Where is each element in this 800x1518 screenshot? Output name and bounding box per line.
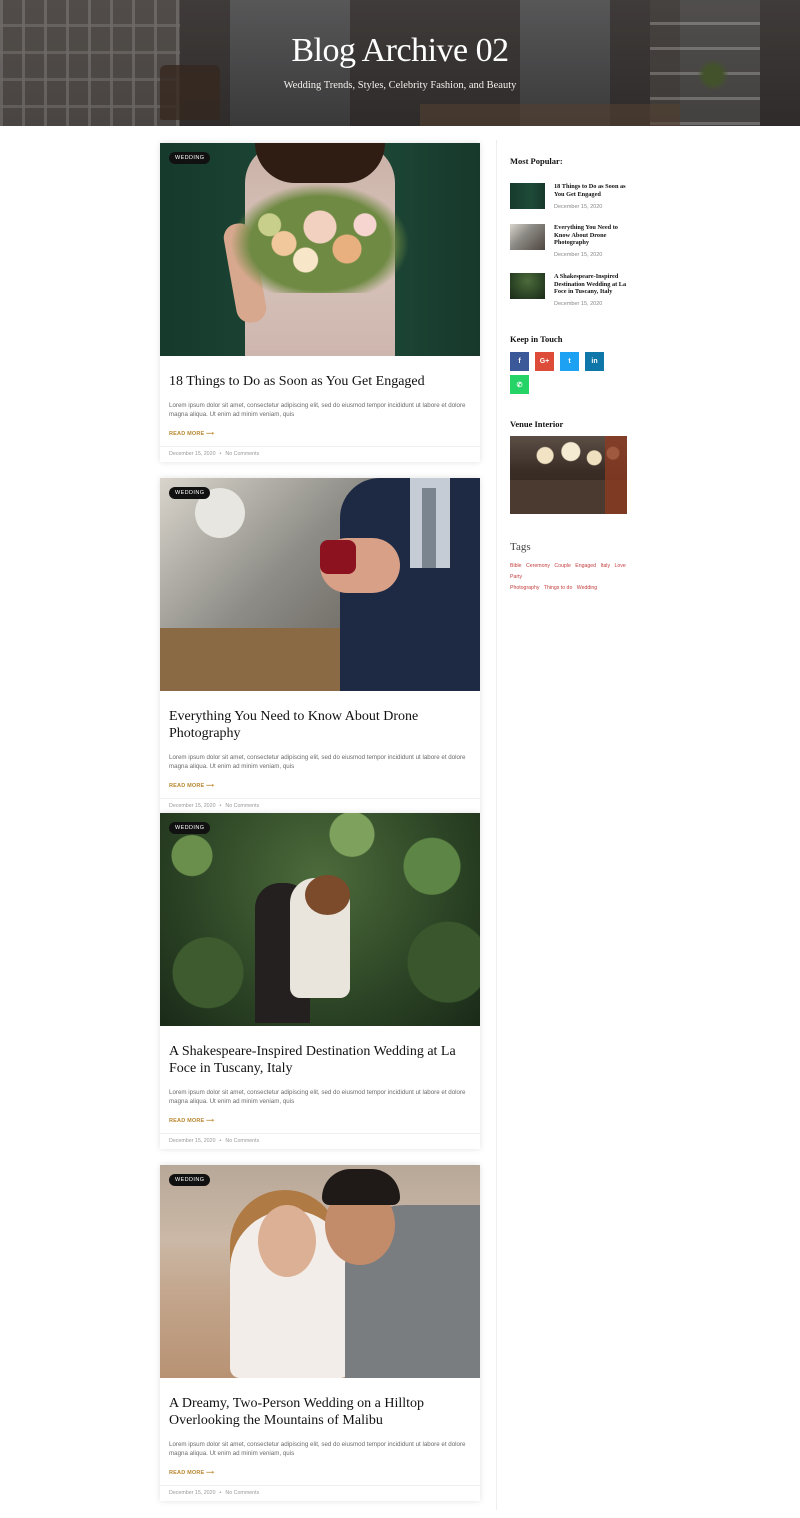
popular-post[interactable]: A Shakespeare-Inspired Destination Weddi…: [510, 273, 630, 313]
tag-link[interactable]: Ceremony: [526, 563, 550, 569]
tag-link[interactable]: Photography: [510, 585, 539, 591]
popular-post-thumbnail[interactable]: [510, 224, 545, 250]
post-comments[interactable]: No Comments: [225, 803, 259, 809]
post-date: December 15, 2020: [169, 803, 216, 810]
photo-ring-box: [320, 540, 356, 574]
post-date: December 15, 2020: [169, 451, 216, 458]
meta-separator: •: [219, 451, 222, 458]
twitter-icon[interactable]: t: [560, 352, 579, 371]
popular-post-title[interactable]: Everything You Need to Know About Drone …: [554, 224, 630, 247]
post-comments[interactable]: No Comments: [225, 451, 259, 457]
popular-post-thumbnail[interactable]: [510, 273, 545, 299]
photo-bouquet: [230, 183, 410, 293]
post-meta: December 15, 2020 • No Comments: [160, 1485, 480, 1501]
popular-post-title[interactable]: 18 Things to Do as Soon as You Get Engag…: [554, 183, 630, 198]
read-more-link[interactable]: READ MORE ⟶: [169, 431, 471, 437]
category-badge[interactable]: WEDDING: [169, 152, 211, 164]
tag-link[interactable]: Engaged: [575, 563, 596, 569]
post-card: WEDDING 18 Things to Do as Soon as You G…: [160, 143, 480, 463]
post-image[interactable]: WEDDING: [160, 478, 480, 691]
photo-woman-face: [258, 1205, 316, 1277]
post-comments[interactable]: No Comments: [225, 1490, 259, 1496]
post-excerpt: Lorem ipsum dolor sit amet, consectetur …: [169, 1441, 466, 1457]
post-meta: December 15, 2020 • No Comments: [160, 1133, 480, 1149]
keep-in-touch-heading: Keep in Touch: [510, 334, 563, 344]
photo-hair: [255, 143, 385, 183]
post-date: December 15, 2020: [169, 1490, 216, 1497]
tag-link[interactable]: Couple: [554, 563, 570, 569]
most-popular-heading: Most Popular:: [510, 156, 563, 166]
read-more-link[interactable]: READ MORE ⟶: [169, 1118, 471, 1124]
tag-link[interactable]: Bible: [510, 563, 522, 569]
popular-post-thumbnail[interactable]: [510, 183, 545, 209]
photo-bride-hair: [305, 875, 350, 915]
popular-post[interactable]: 18 Things to Do as Soon as You Get Engag…: [510, 183, 630, 223]
post-title[interactable]: 18 Things to Do as Soon as You Get Engag…: [169, 373, 471, 390]
tag-link[interactable]: Things to do: [544, 585, 573, 591]
post-comments[interactable]: No Comments: [225, 1138, 259, 1144]
post-image[interactable]: WEDDING: [160, 143, 480, 356]
post-card: WEDDING Everything You Need to Know Abou…: [160, 478, 480, 815]
photo-tie: [422, 488, 436, 568]
tag-link[interactable]: Wedding: [577, 585, 597, 591]
venue-wall: [605, 436, 627, 514]
post-title[interactable]: A Shakespeare-Inspired Destination Weddi…: [169, 1043, 471, 1077]
category-badge[interactable]: WEDDING: [169, 487, 211, 499]
post-title[interactable]: Everything You Need to Know About Drone …: [169, 708, 471, 742]
page-title: Blog Archive 02: [291, 32, 509, 69]
popular-post-date: December 15, 2020: [554, 252, 603, 258]
page-subtitle: Wedding Trends, Styles, Celebrity Fashio…: [283, 80, 517, 91]
post-excerpt: Lorem ipsum dolor sit amet, consectetur …: [169, 754, 466, 770]
post-card: WEDDING A Shakespeare-Inspired Destinati…: [160, 813, 480, 1150]
post-meta: December 15, 2020 • No Comments: [160, 798, 480, 814]
google-plus-icon[interactable]: G+: [535, 352, 554, 371]
meta-separator: •: [219, 1490, 222, 1497]
popular-post[interactable]: Everything You Need to Know About Drone …: [510, 224, 630, 264]
post-excerpt: Lorem ipsum dolor sit amet, consectetur …: [169, 1089, 466, 1105]
popular-post-title[interactable]: A Shakespeare-Inspired Destination Weddi…: [554, 273, 630, 296]
post-card: WEDDING A Dreamy, Two-Person Wedding on …: [160, 1165, 480, 1502]
venue-interior-image[interactable]: [510, 436, 627, 514]
tag-cloud: Bible Ceremony Couple Engaged Italy Love…: [510, 561, 630, 594]
whatsapp-icon[interactable]: ✆: [510, 375, 529, 394]
linkedin-icon[interactable]: in: [585, 352, 604, 371]
meta-separator: •: [219, 803, 222, 810]
read-more-link[interactable]: READ MORE ⟶: [169, 1470, 471, 1476]
tag-link[interactable]: Party: [510, 574, 522, 580]
tag-link[interactable]: Italy: [601, 563, 611, 569]
post-title[interactable]: A Dreamy, Two-Person Wedding on a Hillto…: [169, 1395, 471, 1429]
post-date: December 15, 2020: [169, 1138, 216, 1145]
post-meta: December 15, 2020 • No Comments: [160, 446, 480, 462]
category-badge[interactable]: WEDDING: [169, 1174, 211, 1186]
sidebar-divider: [496, 140, 497, 1510]
hero-banner: Blog Archive 02 Wedding Trends, Styles, …: [0, 0, 800, 126]
tags-heading: Tags: [510, 541, 531, 553]
tag-link[interactable]: Love: [615, 563, 626, 569]
meta-separator: •: [219, 1138, 222, 1145]
photo-man-hair: [322, 1169, 400, 1205]
category-badge[interactable]: WEDDING: [169, 822, 211, 834]
popular-post-date: December 15, 2020: [554, 204, 603, 210]
facebook-icon[interactable]: f: [510, 352, 529, 371]
read-more-link[interactable]: READ MORE ⟶: [169, 783, 471, 789]
post-image[interactable]: WEDDING: [160, 1165, 480, 1378]
popular-post-date: December 15, 2020: [554, 301, 603, 307]
post-image[interactable]: WEDDING: [160, 813, 480, 1026]
post-excerpt: Lorem ipsum dolor sit amet, consectetur …: [169, 402, 466, 418]
venue-interior-heading: Venue Interior: [510, 419, 564, 429]
